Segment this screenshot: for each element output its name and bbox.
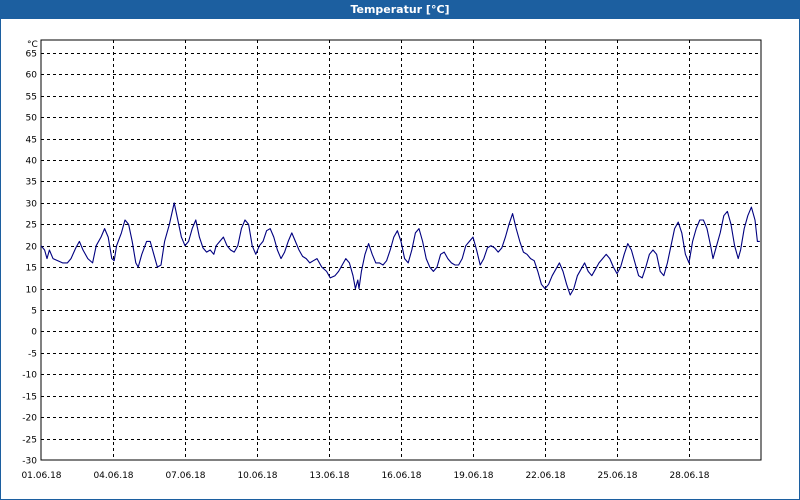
- x-tick-label: 28.06.18: [669, 471, 709, 481]
- y-tick-label: -5: [28, 350, 37, 360]
- y-tick-label: 40: [26, 157, 38, 167]
- x-tick-label: 25.06.18: [597, 471, 637, 481]
- y-tick-label: 55: [26, 93, 37, 103]
- y-tick-label: 60: [26, 71, 38, 81]
- y-tick-label: -20: [22, 414, 37, 424]
- y-tick-label: 65: [26, 50, 37, 60]
- y-tick-label: 30: [26, 200, 38, 210]
- x-tick-label: 22.06.18: [525, 471, 565, 481]
- y-tick-label: 0: [31, 328, 37, 338]
- y-tick-label: -15: [22, 393, 37, 403]
- x-tick-label: 19.06.18: [453, 471, 493, 481]
- x-tick-label: 01.06.18: [21, 471, 61, 481]
- x-tick-label: 04.06.18: [93, 471, 133, 481]
- y-axis-unit-label: °C: [27, 40, 38, 50]
- series-group: [40, 202, 760, 296]
- x-tick-label: 10.06.18: [237, 471, 277, 481]
- y-tick-label: 50: [26, 114, 38, 124]
- x-tick-labels: 01.06.18 04.06.18 07.06.18 10.06.18 13.06.18…: [21, 471, 709, 481]
- x-tick-label: 07.06.18: [165, 471, 205, 481]
- y-tick-label: 5: [31, 307, 37, 317]
- y-tick-label: 15: [26, 264, 37, 274]
- y-tick-label: -25: [22, 436, 37, 446]
- x-tick-label: 13.06.18: [309, 471, 349, 481]
- y-tick-labels: 65605550454035302520151050-5-10-15-20-25…: [22, 50, 37, 467]
- chart-window: Temperatur [°C] 65 60 55 50 45 40 35 30 25 20 15 10…: [0, 0, 800, 500]
- y-tick-label: 35: [26, 178, 37, 188]
- y-tick-label: 10: [26, 286, 38, 296]
- y-tick-label: 25: [26, 221, 37, 231]
- temperature-series-line: [40, 202, 760, 296]
- y-tick-label: -10: [22, 371, 37, 381]
- y-tick-label: -30: [22, 457, 37, 467]
- y-tick-label: 20: [26, 243, 38, 253]
- y-tick-label: 45: [26, 136, 37, 146]
- temperature-chart: 65605550454035302520151050-5-10-15-20-25…: [21, 39, 762, 481]
- x-tick-label: 16.06.18: [381, 471, 421, 481]
